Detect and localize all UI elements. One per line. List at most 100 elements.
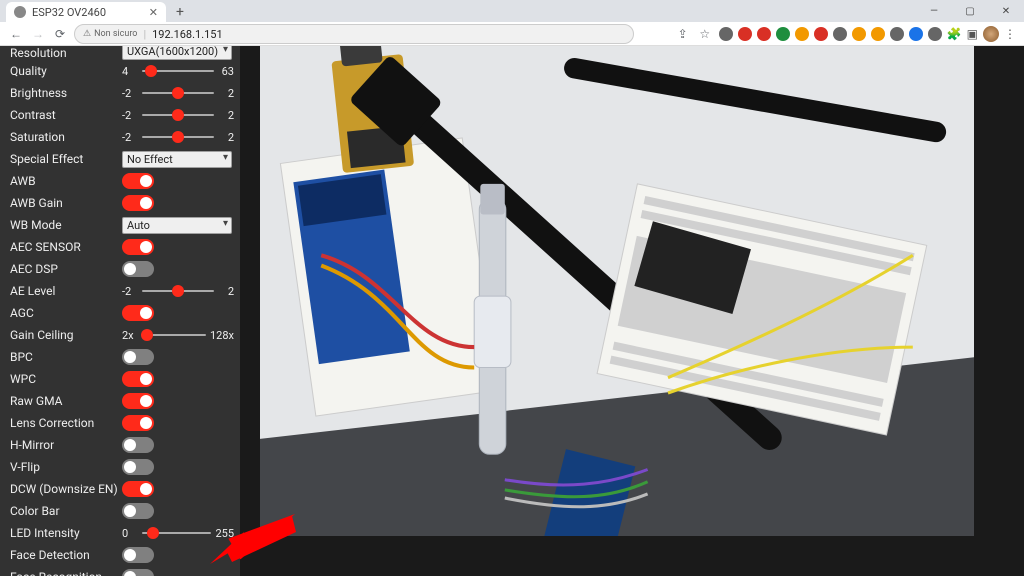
row-bpc: BPC — [0, 346, 240, 368]
saturation-label: Saturation — [10, 130, 122, 144]
tab-active[interactable]: ESP32 OV2460 ✕ — [6, 2, 166, 22]
wb-mode-select[interactable]: Auto — [122, 217, 232, 234]
extension-icon[interactable] — [814, 27, 828, 41]
row-raw-gma: Raw GMA — [0, 390, 240, 412]
row-dcw: DCW (Downsize EN) — [0, 478, 240, 500]
color-bar-toggle[interactable] — [122, 503, 154, 519]
led-intensity-slider[interactable] — [142, 532, 211, 534]
special-effect-select[interactable]: No Effect — [122, 151, 232, 168]
contrast-label: Contrast — [10, 108, 122, 122]
minimize-button[interactable]: — — [916, 0, 952, 22]
row-face-recognition: Face Recognition — [0, 566, 240, 576]
aec-sensor-toggle[interactable] — [122, 239, 154, 255]
security-label: Non sicuro — [94, 29, 137, 39]
row-led-intensity: LED Intensity 0 255 — [0, 522, 240, 544]
brightness-label: Brightness — [10, 86, 122, 100]
warning-icon: ⚠ — [83, 29, 91, 39]
profile-avatar[interactable] — [983, 26, 999, 42]
ae-level-slider[interactable] — [142, 290, 214, 292]
agc-toggle[interactable] — [122, 305, 154, 321]
saturation-slider[interactable] — [142, 136, 214, 138]
forward-button[interactable]: → — [30, 26, 46, 42]
h-mirror-toggle[interactable] — [122, 437, 154, 453]
awb-toggle[interactable] — [122, 173, 154, 189]
bpc-label: BPC — [10, 350, 122, 364]
page-body: Resolution UXGA(1600x1200) Quality 4 63 … — [0, 46, 1024, 576]
raw-gma-toggle[interactable] — [122, 393, 154, 409]
star-icon[interactable]: ☆ — [697, 26, 713, 42]
camera-view-area — [240, 46, 1024, 576]
wpc-toggle[interactable] — [122, 371, 154, 387]
face-detection-label: Face Detection — [10, 548, 122, 562]
row-color-bar: Color Bar — [0, 500, 240, 522]
extension-icon[interactable] — [776, 27, 790, 41]
reload-button[interactable]: ⟳ — [52, 26, 68, 42]
omnibox[interactable]: ⚠ Non sicuro | 192.168.1.151 — [74, 24, 634, 44]
new-tab-button[interactable]: + — [170, 2, 190, 22]
resolution-select[interactable]: UXGA(1600x1200) — [122, 46, 232, 60]
brightness-slider[interactable] — [142, 92, 214, 94]
extension-icon[interactable] — [852, 27, 866, 41]
share-icon[interactable]: ⇪ — [675, 26, 691, 42]
puzzle-icon[interactable]: 🧩 — [947, 27, 962, 41]
extension-icon[interactable] — [757, 27, 771, 41]
aec-dsp-toggle[interactable] — [122, 261, 154, 277]
awb-gain-toggle[interactable] — [122, 195, 154, 211]
contrast-slider[interactable] — [142, 114, 214, 116]
row-special-effect: Special Effect No Effect — [0, 148, 240, 170]
row-resolution: Resolution UXGA(1600x1200) — [0, 46, 240, 60]
url-display: 192.168.1.151 — [152, 28, 223, 41]
camera-stream — [260, 46, 974, 536]
extension-icon[interactable] — [719, 27, 733, 41]
row-saturation: Saturation -2 2 — [0, 126, 240, 148]
menu-icon[interactable]: ⋮ — [1004, 27, 1016, 41]
maximize-button[interactable]: ▢ — [952, 0, 988, 22]
color-bar-label: Color Bar — [10, 504, 122, 518]
tabs-row: ESP32 OV2460 ✕ + — ▢ ✕ — [0, 0, 1024, 22]
h-mirror-label: H-Mirror — [10, 438, 122, 452]
dcw-toggle[interactable] — [122, 481, 154, 497]
row-lens-correction: Lens Correction — [0, 412, 240, 434]
extension-icon[interactable] — [738, 27, 752, 41]
row-face-detection: Face Detection — [0, 544, 240, 566]
row-awb: AWB — [0, 170, 240, 192]
row-brightness: Brightness -2 2 — [0, 82, 240, 104]
reading-list-icon[interactable]: ▣ — [967, 27, 978, 41]
ae-level-label: AE Level — [10, 284, 122, 298]
lens-correction-label: Lens Correction — [10, 416, 122, 430]
face-detection-toggle[interactable] — [122, 547, 154, 563]
v-flip-toggle[interactable] — [122, 459, 154, 475]
row-contrast: Contrast -2 2 — [0, 104, 240, 126]
extension-icon[interactable] — [871, 27, 885, 41]
row-wb-mode: WB Mode Auto — [0, 214, 240, 236]
back-button[interactable]: ← — [8, 26, 24, 42]
extension-icon[interactable] — [890, 27, 904, 41]
extension-icon[interactable] — [928, 27, 942, 41]
lens-correction-toggle[interactable] — [122, 415, 154, 431]
extension-icons: 🧩 ▣ ⋮ — [719, 26, 1016, 42]
row-aec-dsp: AEC DSP — [0, 258, 240, 280]
close-window-button[interactable]: ✕ — [988, 0, 1024, 22]
dcw-label: DCW (Downsize EN) — [10, 482, 122, 496]
led-intensity-label: LED Intensity — [10, 526, 122, 540]
aec-sensor-label: AEC SENSOR — [10, 240, 122, 254]
wb-mode-label: WB Mode — [10, 218, 122, 232]
not-secure-badge: ⚠ Non sicuro — [83, 29, 137, 39]
face-recognition-toggle[interactable] — [122, 569, 154, 576]
extension-icon[interactable] — [833, 27, 847, 41]
camera-settings-panel: Resolution UXGA(1600x1200) Quality 4 63 … — [0, 46, 240, 576]
awb-label: AWB — [10, 174, 122, 188]
close-icon[interactable]: ✕ — [149, 6, 158, 19]
bpc-toggle[interactable] — [122, 349, 154, 365]
resolution-label: Resolution — [10, 46, 122, 60]
row-agc: AGC — [0, 302, 240, 324]
gain-ceiling-slider[interactable] — [142, 334, 206, 336]
quality-slider[interactable] — [142, 70, 214, 72]
special-effect-label: Special Effect — [10, 152, 122, 166]
extension-icon[interactable] — [795, 27, 809, 41]
row-wpc: WPC — [0, 368, 240, 390]
window-controls: — ▢ ✕ — [916, 0, 1024, 22]
aec-dsp-label: AEC DSP — [10, 262, 122, 276]
gain-ceiling-label: Gain Ceiling — [10, 328, 122, 342]
extension-icon[interactable] — [909, 27, 923, 41]
